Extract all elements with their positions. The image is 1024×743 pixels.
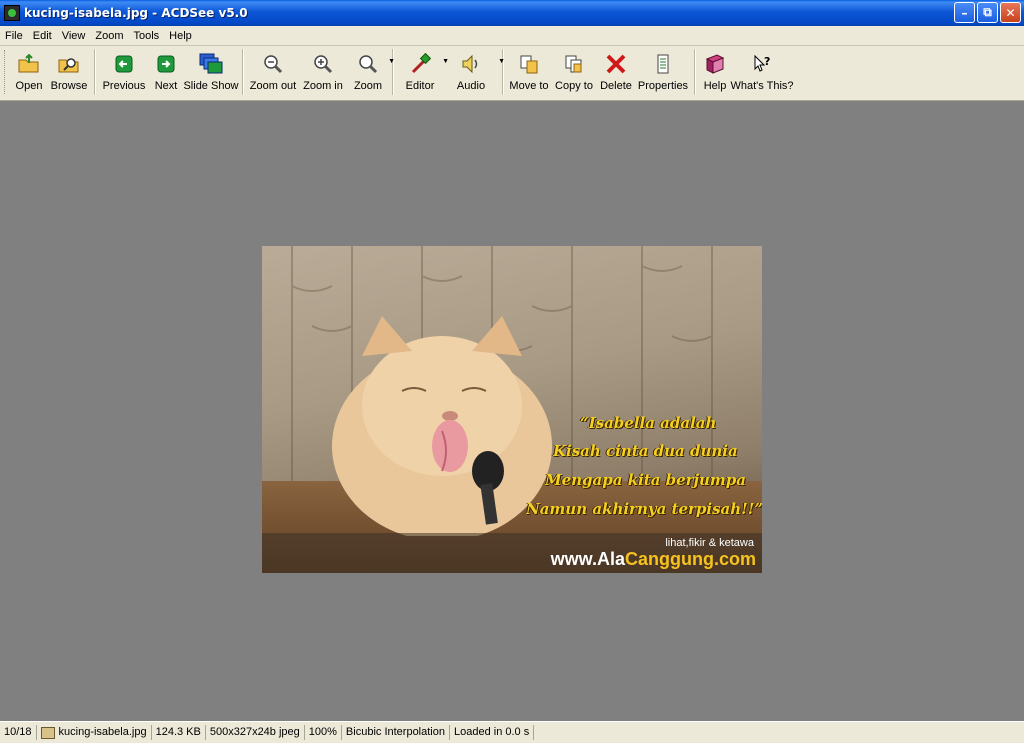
caption-line-1: “Isabella adalah xyxy=(580,414,717,432)
help-button[interactable]: Help xyxy=(699,46,731,94)
watermark-site: www.AlaCanggung.com xyxy=(550,549,756,569)
whats-this-cursor-icon: ? xyxy=(750,52,774,76)
acdsee-app-icon[interactable] xyxy=(4,5,20,21)
menu-zoom[interactable]: Zoom xyxy=(90,30,128,42)
minimize-button[interactable]: – xyxy=(954,2,975,23)
status-dimensions: 500x327x24b jpeg xyxy=(206,725,305,740)
previous-arrow-icon xyxy=(112,52,136,76)
toolbar-separator xyxy=(94,49,96,95)
zoom-out-icon xyxy=(261,52,285,76)
toolbar-separator xyxy=(694,49,696,95)
zoom-magnifier-icon xyxy=(356,52,380,76)
watermark-tagline: lihat,fikir & ketawa xyxy=(665,537,754,549)
properties-icon xyxy=(651,52,675,76)
window-controls: – ⧉ ✕ xyxy=(954,2,1021,23)
editor-button[interactable]: ▼ Editor xyxy=(397,46,449,94)
open-button[interactable]: Open xyxy=(11,46,47,94)
whats-this-button[interactable]: ? What's This? xyxy=(730,46,794,94)
slideshow-icon xyxy=(199,52,223,76)
browse-button[interactable]: Browse xyxy=(47,46,91,94)
menu-help[interactable]: Help xyxy=(164,30,197,42)
open-folder-icon xyxy=(17,52,41,76)
toolbar: Open Browse Previous Next Slide Show Zoo… xyxy=(0,46,1024,101)
slideshow-button[interactable]: Slide Show xyxy=(183,46,239,94)
delete-x-icon xyxy=(604,52,628,76)
copy-to-button[interactable]: Copy to xyxy=(551,46,597,94)
jpeg-file-icon xyxy=(40,726,55,739)
audio-button[interactable]: ▼ Audio xyxy=(443,46,505,94)
caption-line-3: Mengapa kita berjumpa xyxy=(545,471,746,489)
displayed-photo: “Isabella adalah Kisah cinta dua dunia M… xyxy=(262,246,762,573)
zoom-in-icon xyxy=(311,52,335,76)
zoom-dropdown-arrow-icon[interactable]: ▼ xyxy=(388,58,395,65)
svg-text:?: ? xyxy=(764,55,770,68)
editor-brush-icon xyxy=(408,52,432,76)
caption-line-4: Namun akhirnya terpisah!!” xyxy=(526,500,762,518)
status-load-time: Loaded in 0.0 s xyxy=(450,725,535,740)
help-book-icon xyxy=(703,52,727,76)
close-button[interactable]: ✕ xyxy=(1000,2,1021,23)
image-viewer-area[interactable]: “Isabella adalah Kisah cinta dua dunia M… xyxy=(0,101,1024,721)
toolbar-separator xyxy=(392,49,394,95)
status-image-index: 10/18 xyxy=(0,725,37,740)
status-file-size: 124.3 KB xyxy=(152,725,206,740)
restore-button[interactable]: ⧉ xyxy=(977,2,998,23)
move-to-button[interactable]: Move to xyxy=(507,46,551,94)
status-zoom-level: 100% xyxy=(305,725,342,740)
speaker-icon xyxy=(459,52,483,76)
zoom-in-button[interactable]: Zoom in xyxy=(299,46,347,94)
zoom-button[interactable]: ▼ Zoom xyxy=(347,46,395,94)
toolbar-separator xyxy=(242,49,244,95)
menu-view[interactable]: View xyxy=(57,30,91,42)
properties-button[interactable]: Properties xyxy=(635,46,691,94)
title-bar[interactable]: kucing-isabela.jpg - ACDSee v5.0 – ⧉ ✕ xyxy=(0,0,1024,26)
toolbar-separator xyxy=(502,49,504,95)
caption-line-2: Kisah cinta dua dunia xyxy=(553,442,738,460)
audio-dropdown-arrow-icon[interactable]: ▼ xyxy=(498,58,505,65)
next-button[interactable]: Next xyxy=(149,46,183,94)
zoom-out-button[interactable]: Zoom out xyxy=(247,46,299,94)
browse-icon xyxy=(57,52,81,76)
delete-button[interactable]: Delete xyxy=(597,46,635,94)
toolbar-grip[interactable] xyxy=(4,50,8,94)
status-bar: 10/18 kucing-isabela.jpg 124.3 KB 500x32… xyxy=(0,721,1024,743)
menu-bar: File Edit View Zoom Tools Help xyxy=(0,26,1024,46)
status-filename: kucing-isabela.jpg xyxy=(37,725,152,740)
menu-file[interactable]: File xyxy=(0,30,28,42)
window-title: kucing-isabela.jpg - ACDSee v5.0 xyxy=(24,6,248,20)
next-arrow-icon xyxy=(154,52,178,76)
status-interpolation: Bicubic Interpolation xyxy=(342,725,450,740)
menu-edit[interactable]: Edit xyxy=(28,30,57,42)
menu-tools[interactable]: Tools xyxy=(128,30,164,42)
move-to-icon xyxy=(517,52,541,76)
previous-button[interactable]: Previous xyxy=(99,46,149,94)
copy-to-icon xyxy=(562,52,586,76)
